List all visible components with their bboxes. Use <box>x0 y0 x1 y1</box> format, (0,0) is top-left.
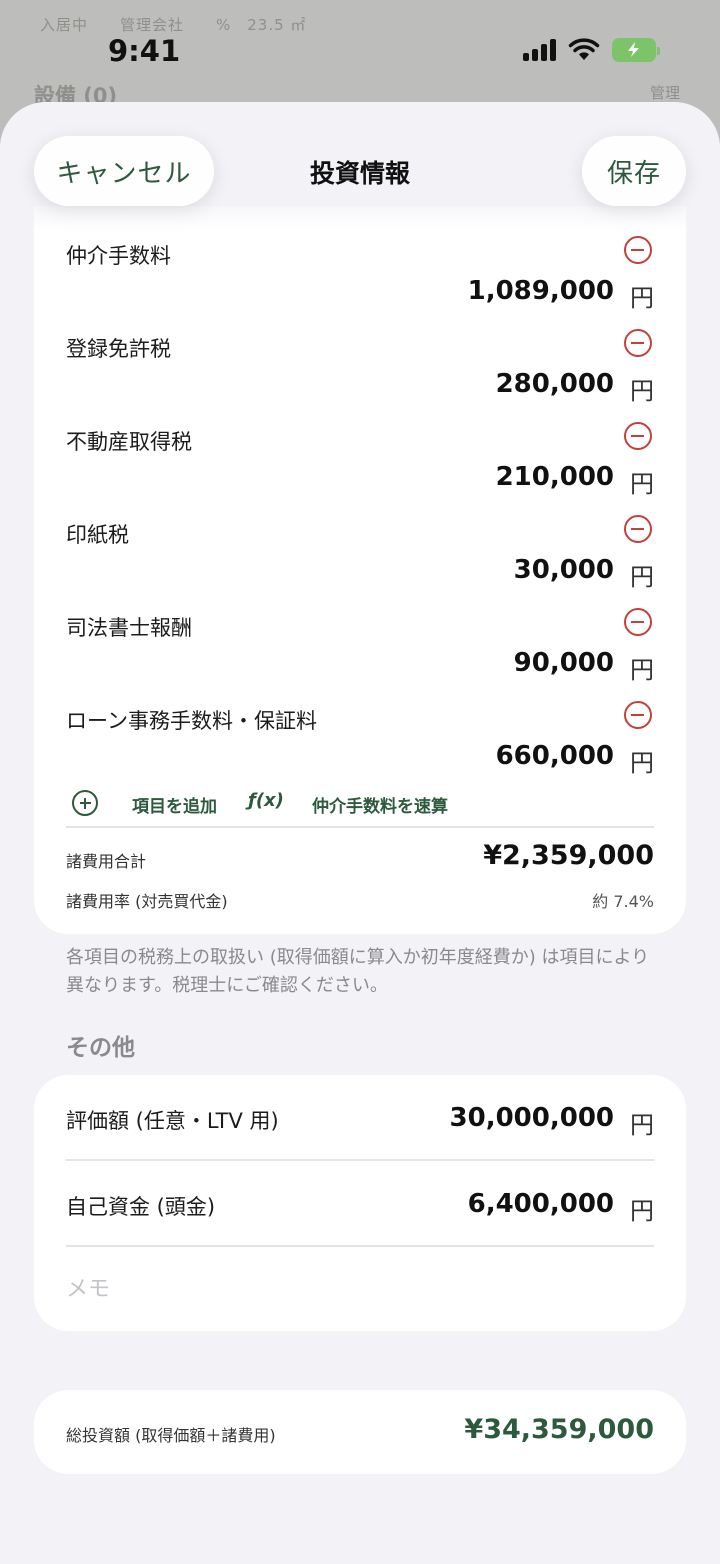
appraisal-label: 評価額 (任意・LTV 用) <box>66 1109 279 1133</box>
section-title-other: その他 <box>66 1035 135 1061</box>
expenses-card: 仲介手数料 1,089,000 円 登録免許税 280,000 円 不動産取得税… <box>34 206 686 934</box>
down-payment-input[interactable]: 6,400,000 <box>468 1189 614 1219</box>
formula-icon[interactable]: ƒ(x) <box>248 790 284 811</box>
add-item-icon[interactable] <box>72 790 98 816</box>
total-investment-label: 総投資額 (取得価額＋諸費用) <box>66 1426 276 1445</box>
expense-amount-input[interactable]: 660,000 <box>496 741 614 771</box>
battery-charging-icon <box>612 38 660 62</box>
expense-actions: 項目を追加 ƒ(x) 仲介手数料を速算 <box>34 790 686 830</box>
wifi-icon <box>568 38 600 60</box>
other-card: 評価額 (任意・LTV 用) 30,000,000 円 自己資金 (頭金) 6,… <box>34 1075 686 1331</box>
expense-unit: 円 <box>630 749 654 777</box>
add-item-button[interactable]: 項目を追加 <box>132 792 217 817</box>
down-payment-label: 自己資金 (頭金) <box>66 1195 216 1219</box>
total-investment-card: 総投資額 (取得価額＋諸費用) ¥34,359,000 <box>34 1390 686 1474</box>
status-time: 9:41 <box>108 34 181 68</box>
cellular-signal-icon <box>523 39 556 61</box>
expense-label: 司法書士報酬 <box>66 616 192 640</box>
expense-item: 登録免許税 280,000 円 <box>34 299 686 405</box>
status-bar: 9:41 <box>0 0 720 100</box>
expense-rate-label: 諸費用率 (対売買代金) <box>66 892 228 911</box>
down-payment-unit: 円 <box>630 1197 654 1225</box>
expense-label: ローン事務手数料・保証料 <box>66 709 317 733</box>
status-icons <box>523 38 660 62</box>
investment-info-sheet: 仲介手数料 1,089,000 円 登録免許税 280,000 円 不動産取得税… <box>0 102 720 1564</box>
expense-item: 印紙税 30,000 円 <box>34 485 686 591</box>
expenses-total-value: ¥2,359,000 <box>483 840 654 871</box>
remove-expense-icon[interactable] <box>624 701 652 729</box>
memo-field[interactable]: メモ <box>66 1271 110 1303</box>
appraisal-row: 評価額 (任意・LTV 用) 30,000,000 円 <box>34 1075 686 1159</box>
expense-rate-value: 約 7.4% <box>592 892 654 911</box>
expense-item: 不動産取得税 210,000 円 <box>34 392 686 498</box>
total-investment-value: ¥34,359,000 <box>464 1414 654 1445</box>
appraisal-input[interactable]: 30,000,000 <box>450 1103 614 1133</box>
remove-expense-icon[interactable] <box>624 515 652 543</box>
remove-expense-icon[interactable] <box>624 329 652 357</box>
expenses-total-label: 諸費用合計 <box>66 852 147 871</box>
save-button[interactable]: 保存 <box>582 136 686 206</box>
expense-label: 仲介手数料 <box>66 244 171 268</box>
remove-expense-icon[interactable] <box>624 236 652 264</box>
down-payment-row: 自己資金 (頭金) 6,400,000 円 <box>34 1161 686 1245</box>
expense-label: 印紙税 <box>66 523 129 547</box>
expense-item: ローン事務手数料・保証料 660,000 円 <box>34 671 686 777</box>
divider <box>66 826 654 828</box>
tax-note: 各項目の税務上の取扱い (取得価額に算入か初年度経費か) は項目により異なります… <box>66 947 650 996</box>
remove-expense-icon[interactable] <box>624 608 652 636</box>
divider <box>66 1245 654 1247</box>
expense-label: 登録免許税 <box>66 337 171 361</box>
expense-item: 司法書士報酬 90,000 円 <box>34 578 686 684</box>
quick-calc-button[interactable]: 仲介手数料を速算 <box>312 792 448 817</box>
expense-label: 不動産取得税 <box>66 430 192 454</box>
remove-expense-icon[interactable] <box>624 422 652 450</box>
appraisal-unit: 円 <box>630 1111 654 1139</box>
